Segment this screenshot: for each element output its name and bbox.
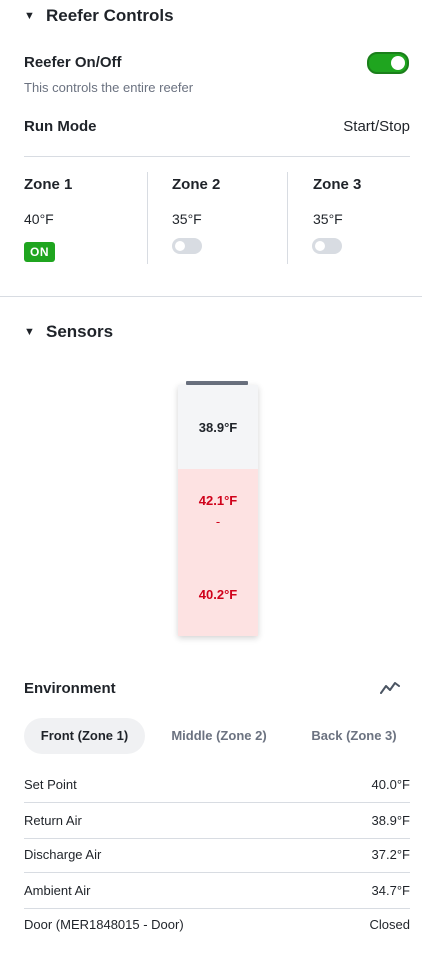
row-label: Return Air (24, 813, 82, 828)
sensor-reading-middle: 42.1°F (198, 493, 238, 508)
run-mode-value[interactable]: Start/Stop (343, 118, 410, 135)
section-title: Reefer Controls (46, 6, 174, 25)
sensor-reading-bottom: 40.2°F (198, 587, 238, 602)
zone-3-toggle[interactable] (312, 238, 342, 254)
zone-1-title: Zone 1 (24, 176, 73, 193)
row-label: Set Point (24, 777, 77, 792)
row-value: 34.7°F (371, 883, 410, 898)
reefer-onoff-description: This controls the entire reefer (24, 80, 194, 95)
reefer-controls-header[interactable]: ▼ Reefer Controls (24, 6, 174, 26)
row-value: 38.9°F (371, 813, 410, 828)
zone-divider (147, 172, 148, 264)
row-value: 37.2°F (371, 847, 410, 862)
row-label: Discharge Air (24, 847, 102, 862)
zone-divider (287, 172, 288, 264)
table-row: Return Air 38.9°F (24, 805, 410, 839)
sensor-separator: - (215, 514, 221, 529)
zone-2-temp: 35°F (172, 211, 202, 227)
table-row: Discharge Air 37.2°F (24, 839, 410, 873)
tab-back-zone-3[interactable]: Back (Zone 3) (298, 718, 410, 754)
reefer-onoff-label: Reefer On/Off (24, 54, 122, 71)
zone-2-title: Zone 2 (172, 176, 221, 193)
caret-down-icon: ▼ (24, 326, 35, 338)
section-title: Sensors (46, 322, 114, 341)
divider (24, 156, 410, 157)
section-divider (0, 296, 422, 297)
zone-3-title: Zone 3 (313, 176, 362, 193)
trailer-diagram: 38.9°F 42.1°F - 40.2°F (178, 385, 258, 636)
environment-title: Environment (24, 680, 116, 697)
zone-3-temp: 35°F (313, 211, 343, 227)
trailer-zone-bottom: 42.1°F - 40.2°F (178, 469, 258, 636)
tab-middle-zone-2[interactable]: Middle (Zone 2) (159, 718, 279, 754)
zone-1-on-badge[interactable]: ON (24, 242, 55, 262)
zone-2-toggle[interactable] (172, 238, 202, 254)
tab-front-zone-1[interactable]: Front (Zone 1) (24, 718, 145, 754)
table-row: Set Point 40.0°F (24, 769, 410, 803)
caret-down-icon: ▼ (24, 10, 35, 22)
row-value: 40.0°F (371, 777, 410, 792)
row-value: Closed (369, 917, 410, 932)
trend-chart-icon[interactable] (380, 680, 400, 696)
table-row: Ambient Air 34.7°F (24, 875, 410, 909)
toggle-knob (391, 56, 405, 70)
toggle-knob (315, 241, 325, 251)
row-label: Ambient Air (24, 883, 91, 898)
toggle-knob (175, 241, 185, 251)
reefer-onoff-toggle[interactable] (367, 52, 409, 74)
zone-1-temp: 40°F (24, 211, 54, 227)
sensors-header[interactable]: ▼ Sensors (24, 322, 113, 342)
zone-tabs: Front (Zone 1) Middle (Zone 2) Back (Zon… (24, 718, 410, 754)
row-label: Door (MER1848015 - Door) (24, 917, 184, 932)
sensor-reading-top: 38.9°F (198, 420, 238, 435)
trailer-zone-top: 38.9°F (178, 385, 258, 469)
run-mode-label: Run Mode (24, 118, 97, 135)
table-row: Door (MER1848015 - Door) Closed (24, 909, 410, 943)
